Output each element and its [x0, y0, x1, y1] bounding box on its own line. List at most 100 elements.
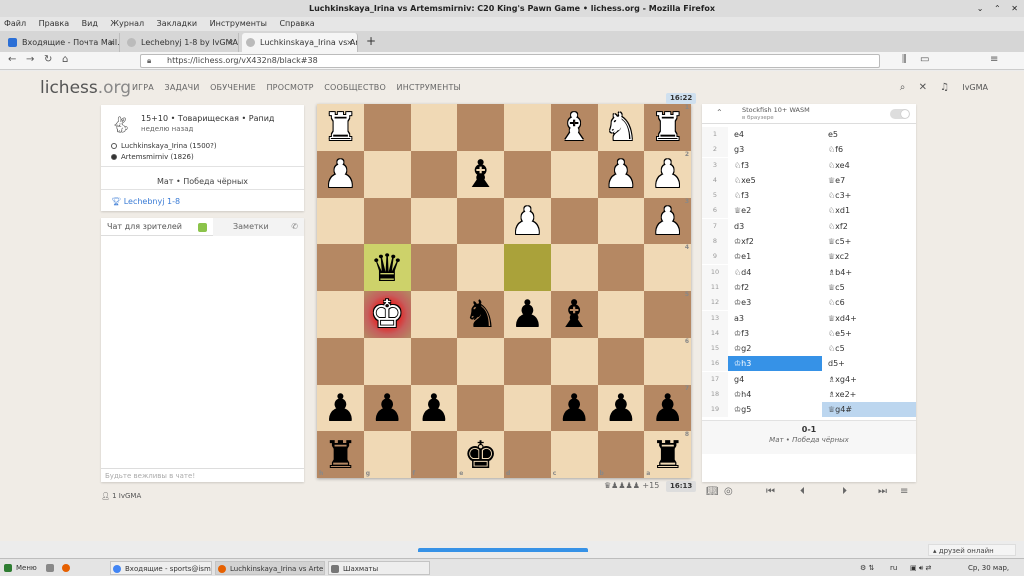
chat-toggle[interactable]: [198, 223, 207, 232]
menu-file[interactable]: Файл: [4, 19, 26, 28]
friends-online[interactable]: ▴ друзей онлайн: [928, 544, 1016, 556]
board-square[interactable]: [504, 244, 551, 291]
nav-watch[interactable]: ПРОСМОТР: [266, 83, 313, 92]
white-move[interactable]: g3: [728, 142, 822, 157]
tab-mail[interactable]: Входящие - Почта Mail.ru ×: [4, 33, 120, 52]
black-move[interactable]: ♕xd4+: [822, 311, 916, 326]
show-desktop-icon[interactable]: [44, 561, 60, 575]
white-move[interactable]: ♕e2: [728, 203, 822, 218]
board-square[interactable]: [363, 197, 411, 245]
firefox-launcher-icon[interactable]: [60, 561, 76, 575]
board-square[interactable]: ♚: [363, 291, 411, 338]
board-square[interactable]: ♝: [550, 104, 598, 151]
chess-piece-black[interactable]: ♟: [417, 389, 451, 427]
board-square[interactable]: [457, 384, 504, 432]
board-square[interactable]: [317, 337, 364, 385]
chess-piece-black[interactable]: ♝: [557, 295, 591, 333]
black-move[interactable]: ♕xc2: [822, 249, 916, 264]
board-square[interactable]: ♝: [550, 291, 598, 338]
menu-help[interactable]: Справка: [279, 19, 314, 28]
white-move[interactable]: ♔f2: [728, 280, 822, 295]
board-square[interactable]: ♟: [317, 150, 364, 198]
taskbar-task-chess[interactable]: Шахматы: [328, 561, 430, 575]
board-square[interactable]: [410, 197, 458, 245]
chess-piece-white[interactable]: ♟: [651, 202, 685, 240]
white-move[interactable]: ♔xf2: [728, 234, 822, 249]
board-square[interactable]: [550, 337, 598, 385]
board-square[interactable]: [363, 337, 411, 385]
board-square[interactable]: ♜: [317, 104, 364, 151]
board-square[interactable]: ♟: [363, 384, 411, 432]
board-square[interactable]: [504, 384, 551, 432]
tray-status-icons[interactable]: ▣ 🔊︎ ⇄: [910, 561, 931, 575]
board-square[interactable]: ♟ 2: [644, 150, 691, 198]
menu-view[interactable]: Вид: [82, 19, 98, 28]
black-player[interactable]: Artemsmirniv (1826): [111, 153, 194, 161]
chess-piece-black[interactable]: ♜: [651, 436, 685, 474]
tab-close-icon[interactable]: ×: [227, 33, 234, 52]
board-square[interactable]: [504, 337, 551, 385]
board-square[interactable]: ♟: [504, 291, 551, 338]
taskbar-task-game[interactable]: Luchkinskaya_Irina vs Arte...: [215, 561, 325, 575]
board-square[interactable]: [504, 104, 551, 151]
site-logo[interactable]: lichess.org: [40, 78, 131, 98]
board-square[interactable]: ♜ 8 a: [644, 431, 691, 478]
nav-community[interactable]: СООБЩЕСТВО: [324, 83, 386, 92]
chess-piece-white[interactable]: ♟: [510, 202, 544, 240]
black-move[interactable]: ♘xf2: [822, 219, 916, 234]
board-square[interactable]: 5: [644, 291, 691, 338]
chess-piece-white[interactable]: ♜: [651, 108, 685, 146]
board-square[interactable]: b: [597, 431, 645, 478]
board-square[interactable]: [457, 104, 504, 151]
black-move[interactable]: ♕c5: [822, 280, 916, 295]
board-square[interactable]: [410, 244, 458, 291]
tab-game[interactable]: Luchkinskaya_Irina vs Artem ×: [242, 33, 358, 52]
forward-icon[interactable]: →: [26, 54, 34, 65]
chess-piece-white[interactable]: ♟: [651, 155, 685, 193]
black-move[interactable]: ♘c5: [822, 341, 916, 356]
tray-icons[interactable]: ⚙ ⇅: [860, 561, 874, 575]
chess-piece-white[interactable]: ♝: [557, 108, 591, 146]
taskbar-task-mail[interactable]: Входящие - sports@isma.i...: [110, 561, 212, 575]
chess-piece-white[interactable]: ♟: [323, 155, 357, 193]
white-move[interactable]: ♔f3: [728, 326, 822, 341]
white-move[interactable]: ♔h4: [728, 387, 822, 402]
board-square[interactable]: [410, 104, 458, 151]
board-square[interactable]: ♛: [363, 244, 411, 291]
notifications-icon[interactable]: ♫: [940, 82, 949, 93]
sidebar-icon[interactable]: ▭: [920, 54, 929, 65]
white-move[interactable]: ♘f3: [728, 158, 822, 173]
white-move[interactable]: ♔h3: [728, 356, 822, 372]
black-move[interactable]: ♕g4#: [822, 402, 916, 418]
board-square[interactable]: ♟ 3: [644, 197, 691, 245]
home-icon[interactable]: ⌂: [62, 54, 68, 65]
new-tab-button[interactable]: +: [366, 32, 376, 50]
board-square[interactable]: [457, 244, 504, 291]
board-square[interactable]: [457, 337, 504, 385]
next-move-icon[interactable]: ⏵: [842, 486, 847, 497]
url-bar[interactable]: 🔒︎ https://lichess.org/vX432n8/black#38: [140, 54, 880, 68]
chess-piece-white[interactable]: ♟: [604, 155, 638, 193]
prev-move-icon[interactable]: ⏴: [800, 486, 805, 497]
white-move[interactable]: ♔g2: [728, 341, 822, 356]
chess-piece-black[interactable]: ♟: [370, 389, 404, 427]
search-icon[interactable]: ⌕: [900, 82, 906, 93]
chess-piece-black[interactable]: ♟: [651, 389, 685, 427]
chess-board[interactable]: ♜ ♝ ♞ ♜ 1 ♟ ♝ ♟ ♟ 2 ♟ ♟ 3 ♛ 4 ♚ ♞ ♟ ♝ 5 6 ♟ ♟ ♟ ♟ ♟ ♟ 7 ♜ h g f ♚ e d c b ♜ 8 a: [317, 104, 691, 478]
board-square[interactable]: ♟: [410, 384, 458, 432]
board-square[interactable]: ♝: [457, 150, 504, 198]
chess-piece-black[interactable]: ♚: [464, 436, 498, 474]
board-square[interactable]: g: [363, 431, 411, 478]
tab-study[interactable]: Lechebnyj 1-8 by IvGMA • lic ×: [123, 33, 239, 52]
board-square[interactable]: ♟: [597, 150, 645, 198]
black-move[interactable]: ♘c3+: [822, 188, 916, 203]
board-square[interactable]: f: [410, 431, 458, 478]
board-square[interactable]: ♞: [457, 291, 504, 338]
target-icon[interactable]: ◎: [724, 486, 733, 497]
board-square[interactable]: 4: [644, 244, 691, 291]
nav-learn[interactable]: ОБУЧЕНИЕ: [210, 83, 256, 92]
white-move[interactable]: ♘d4: [728, 265, 822, 280]
white-move[interactable]: ♔e3: [728, 295, 822, 310]
board-square[interactable]: ♞: [597, 104, 645, 151]
reload-icon[interactable]: ↻: [44, 54, 52, 65]
